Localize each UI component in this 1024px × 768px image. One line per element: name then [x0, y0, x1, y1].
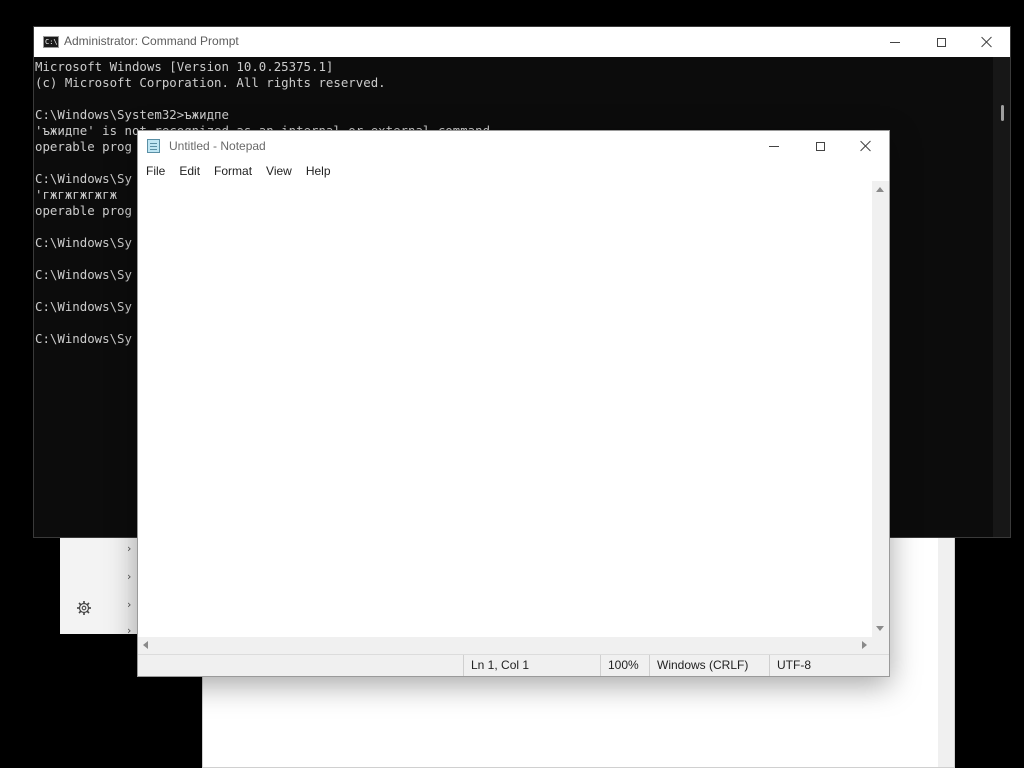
- text-editor[interactable]: [139, 181, 872, 637]
- scroll-up-arrow-icon[interactable]: [876, 187, 884, 192]
- close-icon: [860, 140, 872, 152]
- cmd-vertical-scrollbar[interactable]: [993, 57, 1010, 537]
- notepad-icon: [147, 139, 160, 153]
- notepad-title: Untitled - Notepad: [169, 139, 266, 153]
- notepad-window[interactable]: Untitled - Notepad File Edit Format View…: [137, 130, 890, 677]
- status-line-ending: Windows (CRLF): [649, 655, 769, 676]
- maximize-icon: [936, 37, 946, 47]
- horizontal-scrollbar[interactable]: [138, 637, 872, 654]
- minimize-icon: [890, 41, 900, 43]
- menu-format[interactable]: Format: [208, 162, 258, 180]
- vertical-scrollbar[interactable]: [872, 181, 889, 637]
- minimize-icon: [769, 145, 779, 147]
- cmd-icon: C:\: [43, 36, 59, 48]
- scrollbar-thumb[interactable]: [1001, 105, 1004, 121]
- notepad-titlebar[interactable]: Untitled - Notepad: [138, 131, 889, 161]
- menu-edit[interactable]: Edit: [173, 162, 206, 180]
- notepad-menubar: File Edit Format View Help: [138, 161, 889, 181]
- minimize-button[interactable]: [872, 27, 918, 57]
- maximize-icon: [815, 141, 825, 151]
- maximize-button[interactable]: [797, 131, 843, 161]
- menu-help[interactable]: Help: [300, 162, 337, 180]
- cmd-title: Administrator: Command Prompt: [64, 34, 239, 48]
- scrollbar-corner: [872, 637, 889, 654]
- minimize-button[interactable]: [751, 131, 797, 161]
- background-settings-sidebar: › › › ›: [60, 536, 140, 637]
- close-icon: [981, 36, 993, 48]
- status-zoom: 100%: [600, 655, 649, 676]
- menu-view[interactable]: View: [260, 162, 298, 180]
- scroll-down-arrow-icon[interactable]: [876, 626, 884, 631]
- chevron-right-icon[interactable]: ›: [127, 570, 131, 583]
- maximize-button[interactable]: [918, 27, 964, 57]
- close-button[interactable]: [964, 27, 1010, 57]
- scroll-left-arrow-icon[interactable]: [143, 641, 148, 649]
- menu-file[interactable]: File: [140, 162, 171, 180]
- chevron-right-icon[interactable]: ›: [127, 598, 131, 611]
- status-cursor-position: Ln 1, Col 1: [463, 655, 600, 676]
- cmd-titlebar[interactable]: C:\ Administrator: Command Prompt: [34, 27, 1010, 57]
- close-button[interactable]: [843, 131, 889, 161]
- gear-icon[interactable]: [76, 600, 92, 616]
- status-bar: Ln 1, Col 1 100% Windows (CRLF) UTF-8: [138, 654, 889, 676]
- chevron-right-icon[interactable]: ›: [127, 542, 131, 555]
- scroll-right-arrow-icon[interactable]: [862, 641, 867, 649]
- cmd-icon-text: C:\: [45, 38, 58, 46]
- chevron-right-icon[interactable]: ›: [127, 624, 131, 637]
- status-encoding: UTF-8: [769, 655, 889, 676]
